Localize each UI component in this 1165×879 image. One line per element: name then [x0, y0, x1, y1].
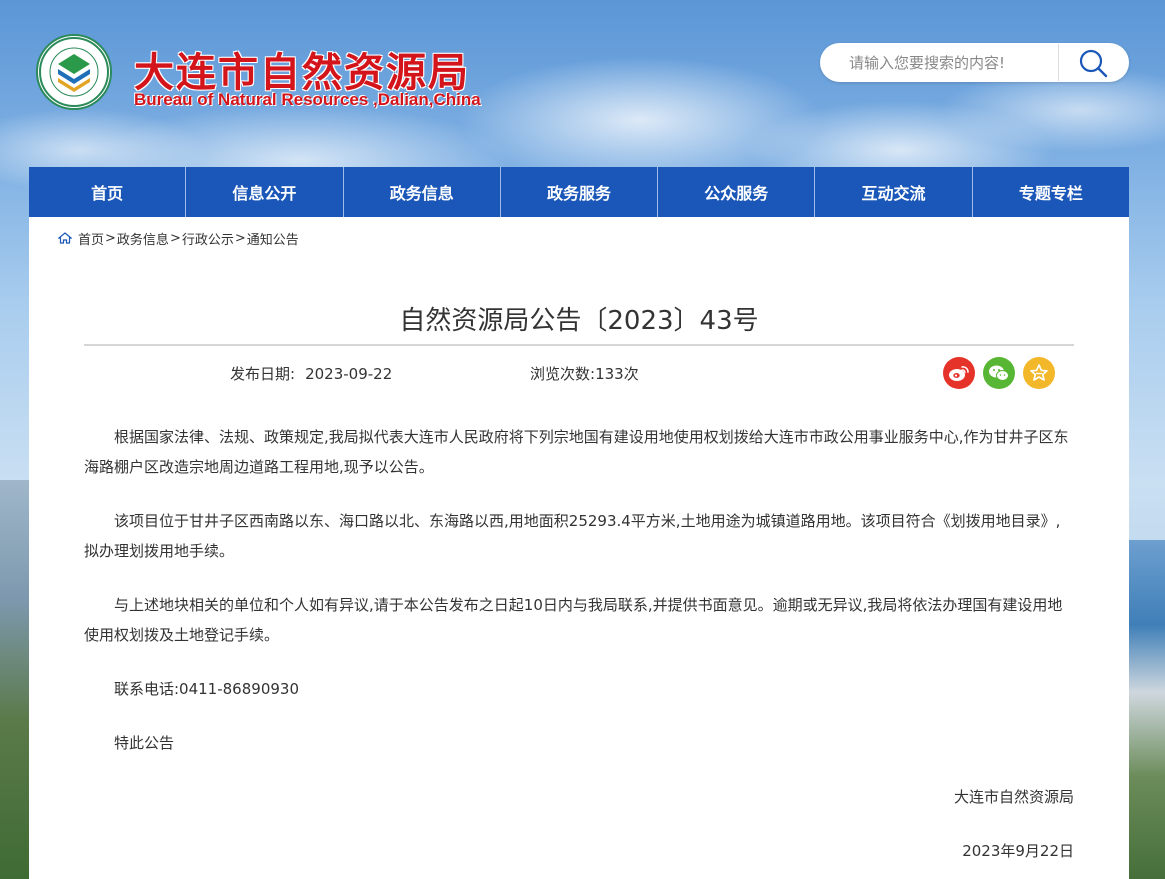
breadcrumb-government-info[interactable]: 政务信息 — [117, 229, 169, 248]
nav-item-government-services[interactable]: 政务服务 — [501, 167, 659, 217]
breadcrumb-separator: > — [105, 230, 116, 246]
search-input[interactable] — [820, 43, 1058, 82]
breadcrumb-separator: > — [234, 230, 246, 246]
site-subtitle: Bureau of Natural Resources ,Dalian,Chin… — [134, 90, 481, 109]
content-panel: 首页 > 政务信息 > 行政公示 > 通知公告 自然资源局公告〔2023〕43号… — [29, 217, 1129, 879]
title-divider — [84, 344, 1074, 346]
share-weibo-button[interactable] — [943, 357, 975, 389]
site-header: 大连市自然资源局 Bureau of Natural Resources ,Da… — [0, 0, 1165, 166]
article-title: 自然资源局公告〔2023〕43号 — [399, 306, 759, 336]
nav-item-home[interactable]: 首页 — [29, 167, 187, 217]
search-box — [820, 43, 1129, 82]
main-nav: 首页 信息公开 政务信息 政务服务 公众服务 互动交流 专题专栏 — [29, 167, 1129, 217]
article-paragraph: 与上述地块相关的单位和个人如有异议,请于本公告发布之日起10日内与我局联系,并提… — [84, 596, 1063, 644]
publish-date: 发布日期: 2023-09-22 — [230, 363, 392, 384]
view-count-label: 浏览次数: — [530, 365, 596, 383]
weibo-icon — [949, 366, 969, 381]
wechat-icon — [989, 365, 1009, 381]
share-bar — [943, 357, 1055, 389]
nav-item-public-services[interactable]: 公众服务 — [658, 167, 816, 217]
share-favorite-button[interactable] — [1023, 357, 1055, 389]
background-city-right — [1129, 540, 1165, 879]
article-paragraph: 根据国家法律、法规、政策规定,我局拟代表大连市人民政府将下列宗地国有建设用地使用… — [84, 428, 1069, 476]
sign-date: 2023年9月22日 — [962, 842, 1074, 860]
breadcrumb-announcements[interactable]: 通知公告 — [247, 229, 299, 248]
bureau-logo[interactable] — [36, 34, 112, 110]
view-count: 浏览次数:133次 — [530, 363, 639, 384]
nav-item-interaction[interactable]: 互动交流 — [815, 167, 973, 217]
view-count-value: 133次 — [595, 365, 639, 383]
nav-item-special-topics[interactable]: 专题专栏 — [973, 167, 1129, 217]
share-wechat-button[interactable] — [983, 357, 1015, 389]
signature: 大连市自然资源局 — [953, 788, 1074, 806]
article-paragraph: 该项目位于甘井子区西南路以东、海口路以北、东海路以西,用地面积25293.4平方… — [84, 512, 1061, 560]
contact-phone: 联系电话:0411-86890930 — [114, 680, 299, 698]
closing-statement: 特此公告 — [114, 734, 175, 752]
publish-date-value: 2023-09-22 — [305, 365, 393, 383]
breadcrumb: 首页 > 政务信息 > 行政公示 > 通知公告 — [58, 229, 299, 248]
nav-item-government-info[interactable]: 政务信息 — [344, 167, 501, 217]
article-body: 根据国家法律、法规、政策规定,我局拟代表大连市人民政府将下列宗地国有建设用地使用… — [84, 422, 1074, 879]
home-icon — [58, 232, 72, 244]
breadcrumb-home[interactable]: 首页 — [78, 229, 104, 248]
background-city-left — [0, 480, 30, 879]
logo-emblem-icon — [39, 37, 109, 107]
search-button[interactable] — [1059, 43, 1127, 82]
star-icon — [1030, 364, 1048, 381]
breadcrumb-separator: > — [169, 230, 181, 246]
nav-item-info-disclosure[interactable]: 信息公开 — [186, 167, 344, 217]
breadcrumb-administrative-notice[interactable]: 行政公示 — [182, 229, 234, 248]
search-icon — [1079, 49, 1108, 77]
publish-date-label: 发布日期: — [230, 365, 296, 383]
